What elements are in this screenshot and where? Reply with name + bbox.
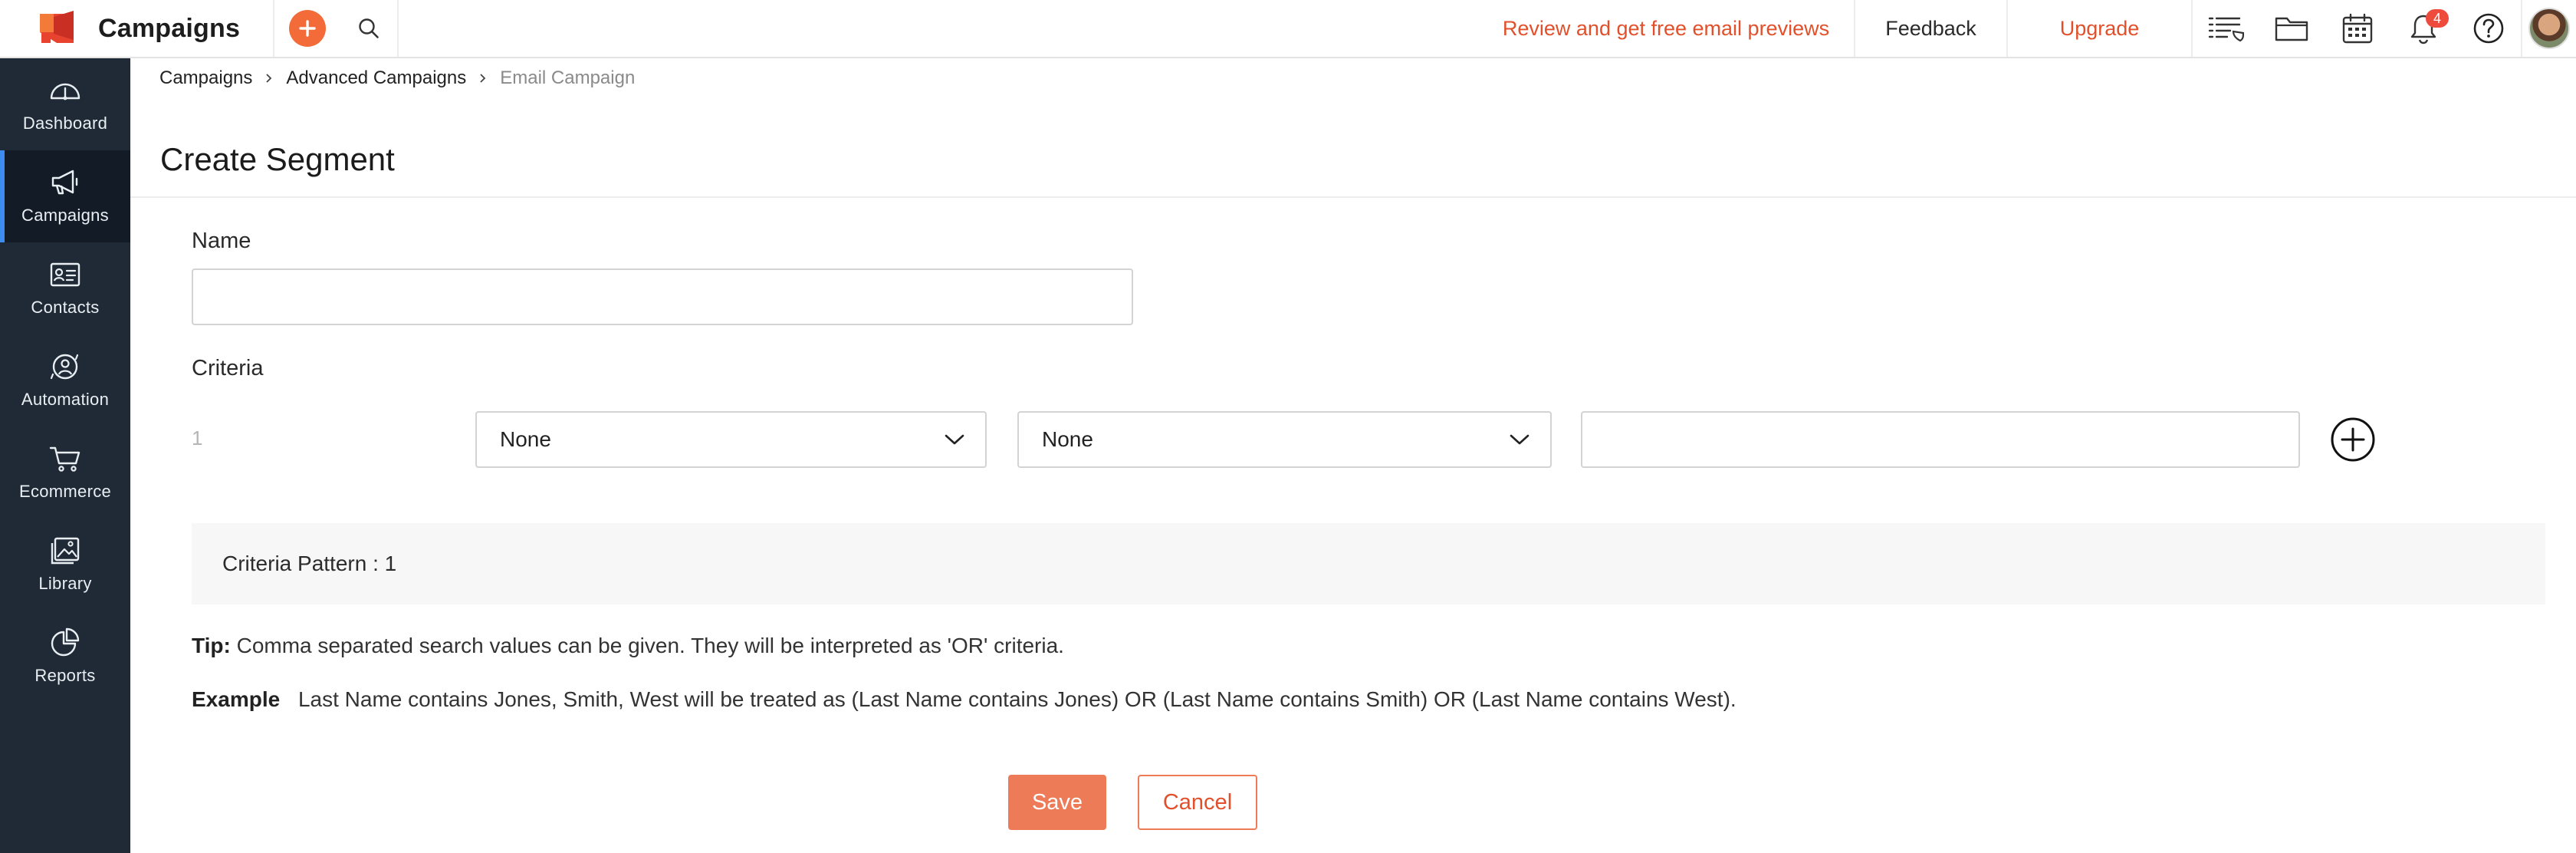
breadcrumb-advanced-campaigns[interactable]: Advanced Campaigns — [286, 68, 466, 89]
quick-add-button[interactable] — [274, 0, 340, 57]
sidebar-item-ecommerce[interactable]: Ecommerce — [0, 426, 130, 519]
list-icon — [2208, 17, 2244, 42]
page-title: Create Segment — [160, 141, 395, 177]
megaphone-icon — [51, 170, 78, 195]
sidebar-item-label: Campaigns — [21, 206, 109, 225]
folder-icon — [2275, 17, 2308, 41]
breadcrumb-email-campaign: Email Campaign — [500, 68, 636, 88]
example-label: Example — [192, 687, 281, 711]
files-button[interactable] — [2259, 0, 2325, 57]
search-button[interactable] — [340, 0, 399, 57]
notifications-button[interactable]: 4 — [2390, 0, 2456, 57]
sidebar-item-label: Contacts — [31, 298, 100, 317]
sidebar-item-label: Dashboard — [22, 114, 108, 133]
title-divider — [130, 196, 2576, 198]
name-label: Name — [192, 229, 251, 253]
chevron-right-icon — [480, 74, 486, 83]
chevron-down-icon — [1510, 434, 1530, 445]
app-brand[interactable]: Campaigns — [0, 0, 274, 57]
criteria-condition-select[interactable]: None — [1017, 411, 1552, 468]
help-button[interactable] — [2456, 0, 2522, 57]
megaphone-logo-icon — [40, 11, 74, 43]
notification-count-badge: 4 — [2426, 9, 2449, 28]
sidebar-item-reports[interactable]: Reports — [0, 611, 130, 703]
feedback-link[interactable]: Feedback — [1855, 0, 2008, 57]
pie-chart-icon — [51, 627, 80, 657]
gauge-icon — [50, 83, 80, 100]
sidebar-item-label: Reports — [34, 666, 96, 685]
breadcrumb-campaigns[interactable]: Campaigns — [159, 68, 252, 89]
cancel-button[interactable]: Cancel — [1138, 775, 1257, 830]
sidebar-item-dashboard[interactable]: Dashboard — [0, 58, 130, 150]
lists-button[interactable] — [2193, 0, 2259, 57]
breadcrumb: Campaigns Advanced Campaigns Email Campa… — [159, 68, 635, 89]
save-button[interactable]: Save — [1008, 775, 1106, 830]
sidebar-item-label: Library — [38, 574, 92, 593]
example-text: Example Last Name contains Jones, Smith,… — [192, 687, 1737, 712]
tip-label: Tip: — [192, 634, 231, 657]
sidebar-item-label: Automation — [21, 390, 110, 409]
criteria-label: Criteria — [192, 356, 264, 380]
sidebar-item-label: Ecommerce — [18, 482, 112, 501]
chevron-down-icon — [945, 434, 964, 445]
criteria-field-select[interactable]: None — [475, 411, 987, 468]
image-library-icon — [51, 537, 80, 565]
criteria-value-input[interactable] — [1581, 411, 2300, 468]
cart-icon — [49, 446, 80, 472]
search-icon — [359, 18, 379, 38]
sidebar-item-automation[interactable]: Automation — [0, 334, 130, 426]
user-avatar-button[interactable] — [2522, 0, 2576, 57]
sidebar-item-library[interactable]: Library — [0, 519, 130, 611]
sidebar-item-contacts[interactable]: Contacts — [0, 242, 130, 334]
calendar-button[interactable] — [2325, 0, 2390, 57]
upgrade-link[interactable]: Upgrade — [2008, 0, 2193, 57]
top-bar-spacer — [399, 0, 1478, 57]
top-bar: Campaigns Review and get free email prev… — [0, 0, 2576, 58]
tip-text: Tip: Comma separated search values can b… — [192, 634, 1064, 658]
app-name: Campaigns — [98, 13, 241, 43]
avatar — [2528, 8, 2570, 49]
contact-card-icon — [50, 262, 80, 287]
email-preview-link[interactable]: Review and get free email previews — [1478, 0, 1855, 57]
sidebar: Dashboard Campaigns Contacts Automation … — [0, 58, 130, 853]
criteria-pattern-box: Criteria Pattern : 1 — [192, 523, 2545, 604]
criteria-pattern-text: Criteria Pattern : 1 — [222, 552, 397, 575]
chevron-right-icon — [266, 74, 272, 83]
criteria-row-number: 1 — [192, 426, 203, 450]
main-content: Campaigns Advanced Campaigns Email Campa… — [130, 58, 2576, 853]
calendar-icon — [2342, 13, 2373, 44]
plus-icon — [289, 10, 326, 47]
tip-body: Comma separated search values can be giv… — [236, 634, 1064, 657]
automation-icon — [50, 354, 79, 380]
segment-name-input[interactable] — [192, 268, 1133, 325]
criteria-condition-value: None — [1042, 427, 1093, 451]
example-body: Last Name contains Jones, Smith, West wi… — [297, 687, 1737, 711]
help-icon — [2473, 13, 2504, 44]
add-criteria-icon[interactable] — [2329, 416, 2377, 463]
criteria-field-value: None — [500, 427, 551, 451]
sidebar-item-campaigns[interactable]: Campaigns — [0, 150, 130, 242]
